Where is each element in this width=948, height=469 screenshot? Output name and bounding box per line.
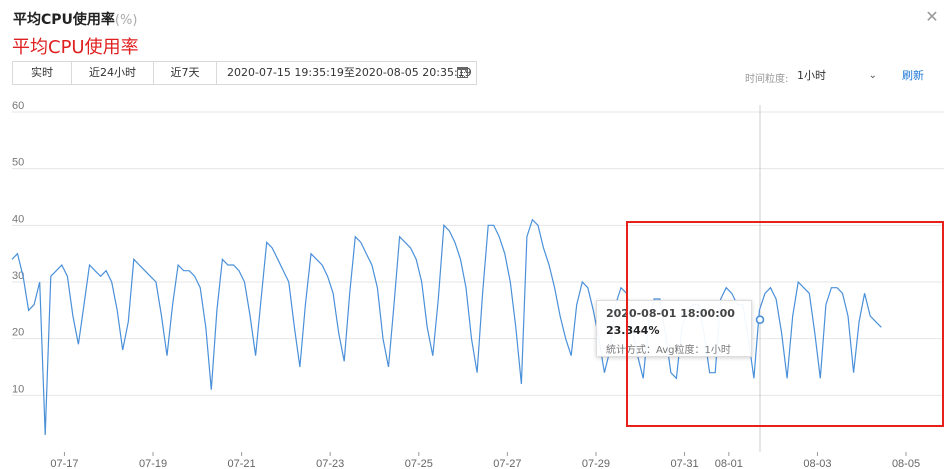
refresh-button[interactable]: 刷新	[902, 67, 924, 83]
y-axis-ticks: 102030405060	[12, 100, 24, 395]
x-tick-label: 07-27	[493, 458, 521, 469]
tooltip-time: 2020-08-01 18:00:00	[606, 307, 735, 320]
dialog-title-text: 平均CPU使用率	[13, 12, 115, 28]
date-range-picker[interactable]: 2020-07-15 19:35:19至2020-08-05 20:35:19	[217, 62, 476, 84]
y-tick-label: 40	[12, 213, 24, 225]
x-tick-label: 07-23	[316, 458, 344, 469]
x-tick-label: 07-17	[50, 458, 78, 469]
cpu-usage-chart[interactable]: 102030405060 07-17 07-19 07-21 07-23 07-25 07…	[0, 100, 948, 469]
data-tooltip: 2020-08-01 18:00:00 23.344% 統计方式：Avg粒度：1…	[596, 300, 752, 357]
x-axis-ticks: 07-17 07-19 07-21 07-23 07-25 07-27 07-29 07-31…	[50, 452, 920, 469]
time-range-toolbar: 实时 近24小时 近7天 2020-07-15 19:35:19至2020-08…	[12, 61, 477, 85]
last-7d-button[interactable]: 近7天	[154, 62, 217, 84]
last-24h-button[interactable]: 近24小时	[72, 62, 154, 84]
annotation-label: 平均CPU使用率	[12, 37, 139, 58]
dialog-title: 平均CPU使用率(%)	[13, 9, 137, 29]
x-tick-label: 07-21	[228, 458, 256, 469]
x-tick-label: 07-29	[582, 458, 610, 469]
x-tick-label: 08-03	[803, 458, 831, 469]
x-tick-label: 07-31	[670, 458, 698, 469]
date-range-text: 2020-07-15 19:35:19至2020-08-05 20:35:19	[227, 66, 472, 79]
x-tick-label: 08-05	[892, 458, 920, 469]
chevron-down-icon[interactable]: ⌄	[869, 66, 877, 86]
granularity-value: 1小时	[797, 69, 826, 82]
x-tick-label: 08-01	[715, 458, 743, 469]
dialog-header: 平均CPU使用率(%) ✕	[0, 0, 948, 36]
x-tick-label: 07-19	[139, 458, 167, 469]
close-icon[interactable]: ✕	[924, 9, 940, 25]
hover-point	[755, 315, 765, 325]
y-tick-label: 10	[12, 383, 24, 395]
y-tick-label: 50	[12, 157, 24, 169]
tooltip-stat: 統计方式：Avg粒度：1小时	[606, 345, 731, 356]
y-tick-label: 20	[12, 327, 24, 339]
realtime-button[interactable]: 实时	[13, 62, 72, 84]
granularity-select[interactable]: 1小时 ⌄	[797, 66, 883, 86]
tooltip-value: 23.344%	[606, 324, 660, 337]
dialog-title-unit: (%)	[114, 13, 138, 28]
y-tick-label: 60	[12, 100, 24, 112]
calendar-icon[interactable]	[457, 67, 468, 78]
x-tick-label: 07-25	[405, 458, 433, 469]
granularity-label: 时间粒度:	[745, 74, 789, 85]
